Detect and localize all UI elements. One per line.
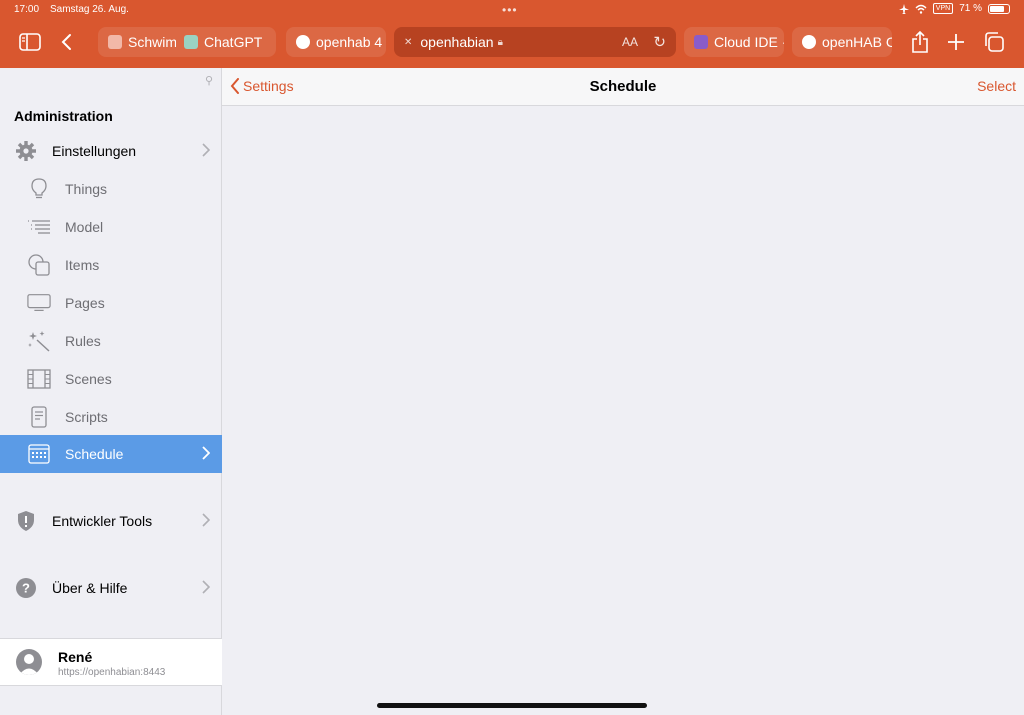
sidebar-item-label: Model (65, 219, 104, 235)
sidebar-item-label: Einstellungen (52, 143, 137, 159)
sidebar-item-model[interactable]: Model (0, 208, 222, 246)
tab-chatgpt[interactable]: ChatGPT (204, 34, 262, 50)
battery-icon (988, 3, 1010, 14)
airplane-icon (898, 3, 909, 14)
sidebar-item-label: Pages (65, 295, 105, 311)
tab-overview-icon[interactable] (982, 30, 1006, 54)
chevron-right-icon (202, 513, 211, 530)
profile-name: René (58, 649, 93, 665)
share-icon[interactable] (908, 30, 932, 54)
document-icon (27, 405, 51, 429)
svg-text:?: ? (22, 581, 30, 596)
sidebar-item-entwickler-tools[interactable]: Entwickler Tools (0, 502, 222, 540)
sidebar-item-label: Schedule (65, 446, 124, 462)
sidebar-section-title: Administration (14, 108, 113, 124)
sidebar-item-pages[interactable]: Pages (0, 284, 222, 322)
chatgpt-favicon-icon (184, 35, 198, 49)
tab-openhab-c[interactable]: openHAB C (792, 27, 892, 57)
text-size-button[interactable]: AA (622, 35, 638, 49)
sidebar-item-things[interactable]: Things (0, 170, 222, 208)
page-title: Schedule (589, 78, 657, 95)
tab-favicon-icon (108, 35, 122, 49)
sidebar-item-label: Entwickler Tools (52, 513, 153, 529)
main-navbar: Settings Schedule Select (222, 68, 1024, 106)
tab-schwimi[interactable]: Schwimi (128, 34, 176, 50)
tab-label: openhab 4 ( (316, 34, 386, 50)
items-icon (27, 253, 51, 277)
status-bar: 17:00 Samstag 26. Aug. ••• VPN 71 % (0, 0, 1024, 20)
sidebar-item-label: Items (65, 257, 100, 273)
sidebar-item-scripts[interactable]: Scripts (0, 398, 222, 436)
tab-cloud-ide[interactable]: Cloud IDE · (684, 27, 784, 57)
chevron-right-icon (202, 580, 211, 597)
status-date: Samstag 26. Aug. (50, 4, 129, 15)
tab-close-icon[interactable]: ✕ (404, 37, 412, 48)
sidebar-item-label: Things (65, 181, 108, 197)
help-icon: ? (14, 576, 38, 600)
tab-openhab4[interactable]: openhab 4 ( (286, 27, 386, 57)
calendar-icon (27, 442, 51, 466)
gear-icon (14, 139, 38, 163)
display-icon (27, 291, 51, 315)
avatar-icon (16, 649, 42, 675)
select-button[interactable]: Select (977, 78, 1016, 94)
sidebar-item-einstellungen[interactable]: Einstellungen (0, 132, 222, 170)
profile-url: https://openhabian:8443 (58, 667, 166, 678)
tab-label: Cloud IDE · (714, 34, 784, 50)
tab-label: openhabian (420, 34, 494, 50)
new-tab-icon[interactable] (944, 30, 968, 54)
sidebar-item-label: Über & Hilfe (52, 580, 128, 596)
sidebar-item-schedule[interactable]: Schedule (0, 435, 222, 473)
chevron-right-icon (202, 446, 211, 463)
tab-label: openHAB C (822, 34, 892, 50)
browser-back-icon[interactable] (54, 30, 78, 54)
wand-icon (27, 329, 51, 353)
sidebar: ⚲ Administration Einstellungen Things Mo… (0, 68, 222, 715)
shield-icon (14, 509, 38, 533)
wifi-icon (915, 4, 927, 14)
sidebar-item-label: Rules (65, 333, 101, 349)
main-content (223, 107, 1024, 715)
tab-openhabian[interactable]: ✕ openhabian 🔒︎ AA ↻ (394, 27, 676, 57)
status-right: VPN 71 % (898, 3, 1010, 14)
sidebar-item-label: Scenes (65, 371, 112, 387)
home-indicator[interactable] (377, 703, 647, 708)
browser-toolbar: 17:00 Samstag 26. Aug. ••• VPN 71 % Schw… (0, 0, 1024, 68)
lightbulb-icon (27, 177, 51, 201)
tab-group-1: Schwimi ChatGPT (98, 27, 276, 57)
chevron-right-icon (202, 143, 211, 160)
sidebar-item-ueber-hilfe[interactable]: ? Über & Hilfe (0, 569, 222, 607)
sidebar-item-items[interactable]: Items (0, 246, 222, 284)
multitask-dots-icon[interactable]: ••• (502, 3, 518, 17)
cloud-ide-favicon-icon (694, 35, 708, 49)
user-profile[interactable]: René https://openhabian:8443 (0, 638, 222, 686)
sidebar-toggle-icon[interactable] (18, 30, 42, 54)
openhab-favicon-icon (802, 35, 816, 49)
lock-icon: 🔒︎ (497, 36, 503, 48)
pin-icon[interactable]: ⚲ (205, 74, 213, 87)
battery-percent: 71 % (959, 3, 982, 14)
list-icon (27, 215, 51, 239)
vpn-badge: VPN (932, 3, 954, 14)
sidebar-item-rules[interactable]: Rules (0, 322, 222, 360)
sidebar-item-scenes[interactable]: Scenes (0, 360, 222, 398)
reload-icon[interactable]: ↻ (653, 33, 666, 51)
status-time: 17:00 (14, 4, 40, 15)
google-favicon-icon (296, 35, 310, 49)
sidebar-item-label: Scripts (65, 409, 108, 425)
film-icon (27, 367, 51, 391)
